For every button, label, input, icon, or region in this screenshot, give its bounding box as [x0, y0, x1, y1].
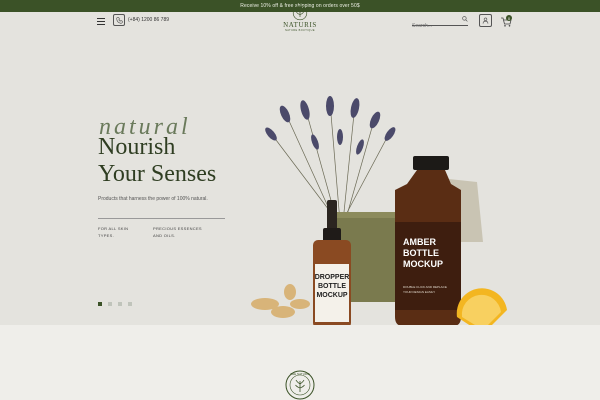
headline-line-1: Nourish: [98, 134, 176, 160]
lavender-buds: [265, 96, 396, 155]
slider-dot-2[interactable]: [108, 302, 112, 306]
amber-label-1: AMBER: [403, 237, 436, 247]
dropper-label-3: MOCKUP: [316, 292, 347, 299]
hero-headline: Nourish Your Senses: [98, 134, 216, 188]
slider-dot-4[interactable]: [128, 302, 132, 306]
headline-line-2: Your Senses: [98, 161, 217, 187]
logo-name: NATURIS: [283, 21, 317, 29]
hero-divider: [98, 218, 225, 219]
search-box[interactable]: [412, 14, 468, 29]
product-image: DROPPER BOTTLE MOCKUP AMBER BOTTLE MOCKU…: [251, 96, 507, 332]
amber-small-1: DOUBLE CLICK AND REPLACE: [403, 285, 447, 289]
hero-section: natural Nourish Your Senses Products tha…: [0, 52, 600, 332]
phone-icon[interactable]: [113, 14, 125, 26]
account-icon[interactable]: [479, 14, 492, 27]
hero-tagline: Products that harness the power of 100% …: [98, 196, 208, 202]
logo-subtitle: NATURE BOUTIQUE: [285, 29, 315, 32]
amber-label-3: MOCKUP: [403, 259, 443, 269]
footer-logo-text: THE NATURIS: [290, 372, 310, 376]
site-logo[interactable]: NATURIS NATURE BOUTIQUE: [278, 5, 322, 39]
amber-label-2: BOTTLE: [403, 248, 439, 258]
slider-dots: [98, 302, 132, 306]
ginger-root: [251, 284, 310, 318]
site-header: (+84) 1200 86 789 NATURIS NATURE BOUTIQU…: [0, 5, 600, 52]
slider-dot-3[interactable]: [118, 302, 122, 306]
dropper-label-2: BOTTLE: [318, 283, 346, 290]
feature-skin-types: FOR ALL SKIN TYPES.: [98, 226, 129, 238]
phone-number[interactable]: (+84) 1200 86 789: [128, 17, 169, 23]
dropper-label-1: DROPPER: [315, 274, 350, 281]
search-input[interactable]: [412, 23, 456, 29]
feature-essences: PRECIOUS ESSENCES AND OILS.: [153, 226, 202, 238]
footer-logo-emblem-icon: THE NATURIS: [285, 370, 315, 400]
next-section: THE NATURIS: [0, 325, 600, 400]
cart-count-badge: 0: [506, 15, 512, 21]
logo-emblem-icon: [292, 5, 308, 21]
slider-dot-1[interactable]: [98, 302, 102, 306]
hamburger-menu-icon[interactable]: [97, 18, 105, 25]
search-icon[interactable]: [462, 16, 468, 22]
amber-small-2: YOUR DESIGN EASILY: [403, 290, 435, 294]
